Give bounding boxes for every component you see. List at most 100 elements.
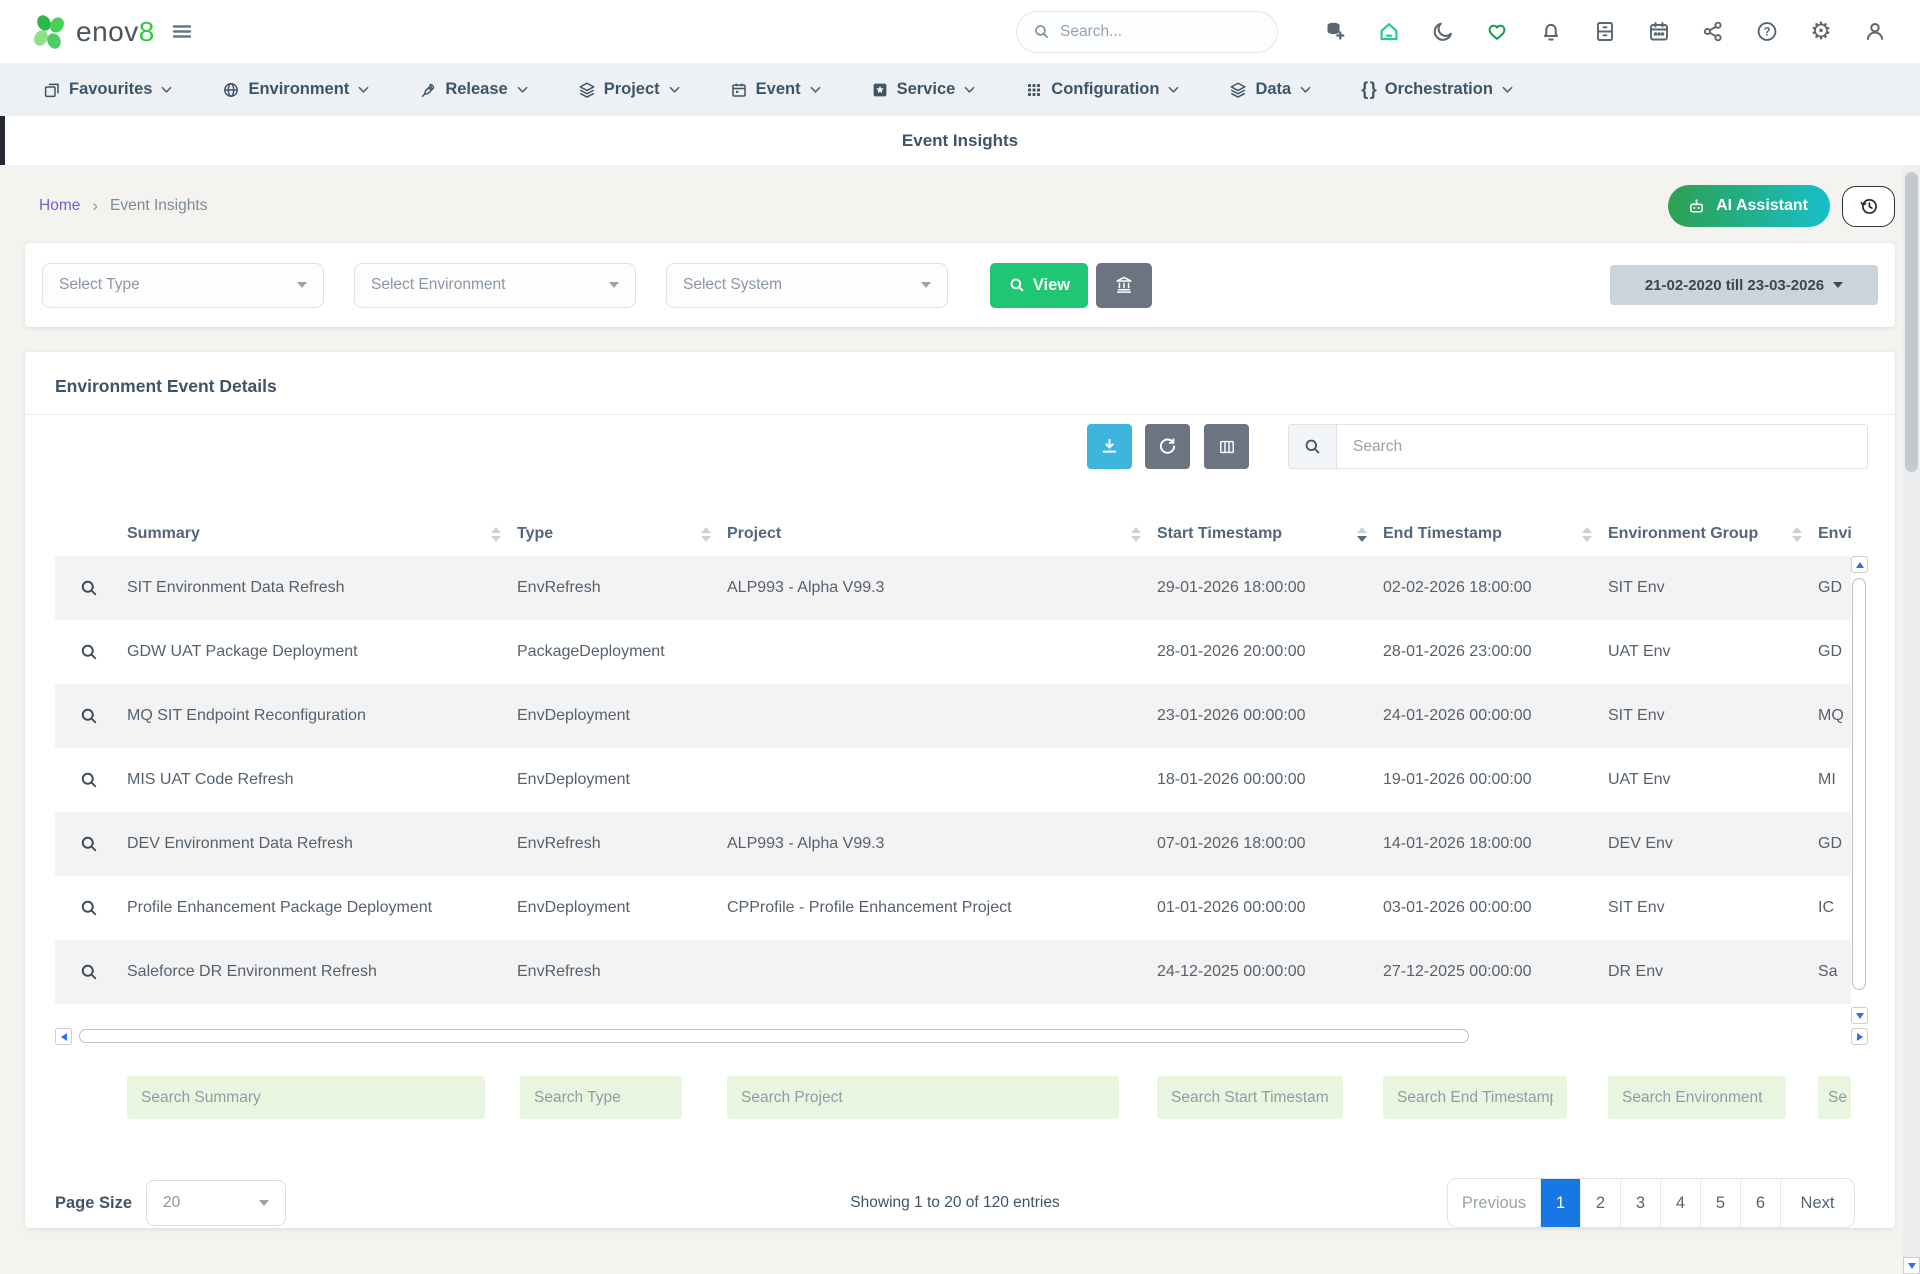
archive-icon[interactable] bbox=[1593, 20, 1617, 44]
history-button[interactable] bbox=[1842, 186, 1895, 227]
row-detail-button[interactable] bbox=[55, 642, 127, 662]
filter-end-input[interactable] bbox=[1383, 1076, 1567, 1119]
filter-group-input[interactable] bbox=[1608, 1076, 1786, 1119]
table-search-input[interactable] bbox=[1337, 425, 1867, 468]
date-range-picker[interactable]: 21-02-2020 till 23-03-2026 bbox=[1610, 265, 1878, 305]
row-detail-button[interactable] bbox=[55, 578, 127, 598]
table-row[interactable]: Saleforce DR Environment Refresh EnvRefr… bbox=[55, 940, 1851, 1004]
col-project[interactable]: Project bbox=[727, 525, 1157, 543]
col-end-timestamp[interactable]: End Timestamp bbox=[1383, 525, 1608, 543]
view-button[interactable]: View bbox=[990, 263, 1088, 308]
refresh-button[interactable] bbox=[1145, 424, 1190, 469]
data-add-icon[interactable] bbox=[1323, 20, 1347, 44]
row-detail-button[interactable] bbox=[55, 834, 127, 854]
row-detail-button[interactable] bbox=[55, 706, 127, 726]
sort-icon[interactable] bbox=[701, 527, 711, 542]
global-search[interactable] bbox=[1016, 11, 1278, 53]
table-row[interactable]: SIT Environment Data Refresh EnvRefresh … bbox=[55, 556, 1851, 620]
rocket-icon bbox=[419, 81, 437, 99]
table-row[interactable]: Profile Enhancement Package Deployment E… bbox=[55, 876, 1851, 940]
filter-type-input[interactable] bbox=[520, 1076, 682, 1119]
filter-start-input[interactable] bbox=[1157, 1076, 1343, 1119]
scroll-left-button[interactable] bbox=[55, 1028, 72, 1045]
table-horizontal-scrollbar[interactable] bbox=[55, 1028, 1868, 1045]
columns-button[interactable] bbox=[1204, 424, 1249, 469]
nav-item-data[interactable]: Data bbox=[1204, 63, 1336, 116]
select-system[interactable]: Select System bbox=[666, 263, 948, 308]
nav-item-event[interactable]: Event bbox=[705, 63, 846, 116]
download-button[interactable] bbox=[1087, 424, 1132, 469]
page-scrollbar[interactable] bbox=[1903, 166, 1920, 1274]
page-scroll-thumb[interactable] bbox=[1905, 172, 1918, 472]
table-header: Summary Type Project Start Timestamp End… bbox=[55, 512, 1851, 556]
bank-button[interactable] bbox=[1096, 263, 1152, 308]
scroll-right-button[interactable] bbox=[1851, 1028, 1868, 1045]
divider bbox=[25, 414, 1895, 415]
favourite-heart-icon[interactable] bbox=[1485, 20, 1509, 44]
cell-group: SIT Env bbox=[1608, 899, 1818, 917]
profile-icon[interactable] bbox=[1863, 20, 1887, 44]
row-detail-button[interactable] bbox=[55, 962, 127, 982]
sort-icon[interactable] bbox=[1582, 527, 1592, 542]
nav-item-environment[interactable]: Environment bbox=[197, 63, 394, 116]
home-icon[interactable] bbox=[1377, 20, 1401, 44]
page-size-select[interactable]: 20 bbox=[146, 1180, 286, 1226]
nav-item-configuration[interactable]: Configuration bbox=[1000, 63, 1204, 116]
sort-icon[interactable] bbox=[1357, 527, 1367, 542]
col-start-timestamp[interactable]: Start Timestamp bbox=[1157, 525, 1383, 543]
nav-item-service[interactable]: Service bbox=[846, 63, 1001, 116]
cell-start: 07-01-2026 18:00:00 bbox=[1157, 835, 1383, 853]
filter-summary-input[interactable] bbox=[127, 1076, 485, 1119]
sort-icon[interactable] bbox=[1792, 527, 1802, 542]
help-icon[interactable]: ? bbox=[1755, 20, 1779, 44]
table-row-partial[interactable] bbox=[55, 1004, 1851, 1024]
page-button-3[interactable]: 3 bbox=[1620, 1179, 1660, 1227]
nav-item-project[interactable]: Project bbox=[553, 63, 705, 116]
page-button-4[interactable]: 4 bbox=[1660, 1179, 1700, 1227]
row-detail-button[interactable] bbox=[55, 770, 127, 790]
chevron-down-icon bbox=[358, 86, 369, 93]
table-vertical-scrollbar[interactable] bbox=[1851, 556, 1868, 1024]
nav-item-orchestration[interactable]: { } Orchestration bbox=[1336, 63, 1538, 116]
enov8-logo[interactable]: enov8 bbox=[30, 12, 155, 52]
global-search-input[interactable] bbox=[1060, 23, 1250, 41]
filter-project-input[interactable] bbox=[727, 1076, 1119, 1119]
calendar-icon[interactable] bbox=[1647, 20, 1671, 44]
menu-icon[interactable] bbox=[170, 20, 194, 44]
select-environment[interactable]: Select Environment bbox=[354, 263, 636, 308]
page-scroll-down-button[interactable] bbox=[1903, 1257, 1920, 1274]
refresh-icon bbox=[1157, 436, 1178, 457]
cell-group: SIT Env bbox=[1608, 707, 1818, 725]
vertical-scroll-thumb[interactable] bbox=[1852, 578, 1866, 990]
page-button-1[interactable]: 1 bbox=[1540, 1179, 1580, 1227]
next-page-button[interactable]: Next bbox=[1780, 1179, 1854, 1227]
select-type[interactable]: Select Type bbox=[42, 263, 324, 308]
page-button-5[interactable]: 5 bbox=[1700, 1179, 1740, 1227]
col-summary[interactable]: Summary bbox=[127, 525, 517, 543]
filter-env-input[interactable] bbox=[1818, 1076, 1851, 1119]
table-row[interactable]: DEV Environment Data Refresh EnvRefresh … bbox=[55, 812, 1851, 876]
scroll-up-button[interactable] bbox=[1851, 556, 1868, 573]
page-button-2[interactable]: 2 bbox=[1580, 1179, 1620, 1227]
table-row[interactable]: MQ SIT Endpoint Reconfiguration EnvDeplo… bbox=[55, 684, 1851, 748]
col-environment[interactable]: Envi bbox=[1818, 525, 1851, 543]
page-button-6[interactable]: 6 bbox=[1740, 1179, 1780, 1227]
table-row[interactable]: GDW UAT Package Deployment PackageDeploy… bbox=[55, 620, 1851, 684]
table-row[interactable]: MIS UAT Code Refresh EnvDeployment 18-01… bbox=[55, 748, 1851, 812]
previous-page-button[interactable]: Previous bbox=[1448, 1179, 1540, 1227]
settings-icon[interactable]: ⚙ bbox=[1809, 20, 1833, 44]
dark-mode-icon[interactable] bbox=[1431, 20, 1455, 44]
share-icon[interactable] bbox=[1701, 20, 1725, 44]
ai-assistant-button[interactable]: AI Assistant bbox=[1668, 185, 1830, 227]
notifications-icon[interactable] bbox=[1539, 20, 1563, 44]
sort-icon[interactable] bbox=[491, 527, 501, 542]
breadcrumb-home-link[interactable]: Home bbox=[39, 197, 80, 215]
col-type[interactable]: Type bbox=[517, 525, 727, 543]
horizontal-scroll-thumb[interactable] bbox=[79, 1029, 1469, 1043]
col-environment-group[interactable]: Environment Group bbox=[1608, 525, 1818, 543]
sort-icon[interactable] bbox=[1131, 527, 1141, 542]
row-detail-button[interactable] bbox=[55, 898, 127, 918]
nav-item-favourites[interactable]: Favourites bbox=[18, 63, 197, 116]
scroll-down-button[interactable] bbox=[1851, 1007, 1868, 1024]
nav-item-release[interactable]: Release bbox=[394, 63, 552, 116]
